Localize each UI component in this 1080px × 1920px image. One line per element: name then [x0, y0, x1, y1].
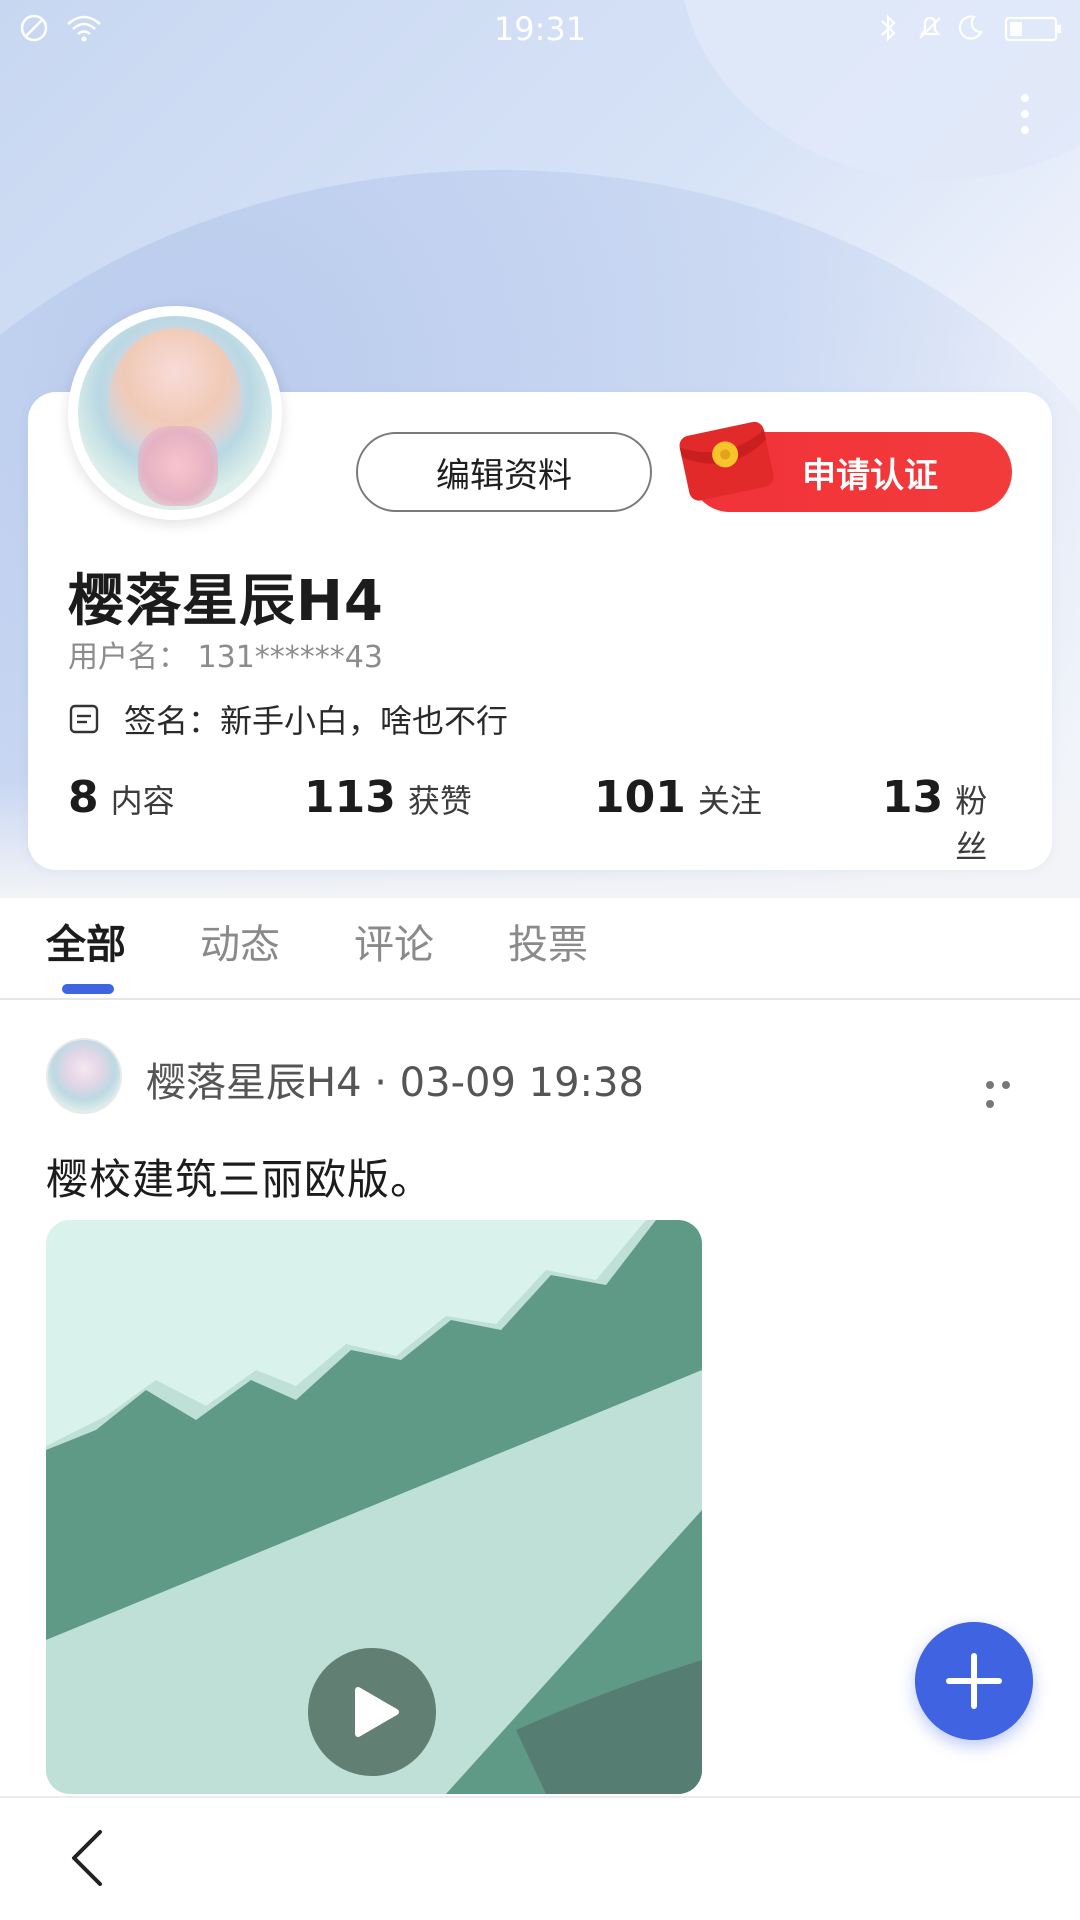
- moon-icon: [958, 15, 983, 40]
- username-line: 用户名： 131******43: [68, 632, 383, 676]
- stat-content-label: 内容: [110, 782, 175, 820]
- stat-content-count: 8: [68, 772, 99, 823]
- stat-followers-count: 13: [882, 772, 944, 823]
- tab-divider: [0, 998, 1080, 1000]
- stats-row: 8 内容 113 获赞 101 关注 13 粉丝: [68, 772, 1012, 866]
- signature-text: 签名：新手小白，啥也不行: [124, 702, 509, 740]
- tab-activity[interactable]: 动态: [200, 912, 280, 970]
- mute-bell-icon: [919, 16, 941, 39]
- username-label: 用户名：: [68, 640, 188, 675]
- stat-following[interactable]: 101 关注: [594, 772, 762, 823]
- post-meta: 樱落星辰H4 · 03-09 19:38: [146, 1060, 644, 1106]
- username-value: 131******43: [197, 640, 383, 675]
- tab-votes[interactable]: 投票: [508, 912, 588, 970]
- more-options-icon[interactable]: [1010, 88, 1040, 144]
- stat-following-count: 101: [594, 772, 686, 823]
- post-text: 樱校建筑三丽欧版。: [46, 1155, 434, 1204]
- stat-following-label: 关注: [697, 782, 762, 820]
- content-tabs: 全部 动态 评论 投票: [0, 898, 1080, 998]
- bottom-navigation-bar: [0, 1796, 1080, 1920]
- apply-verification-label: 申请认证: [802, 455, 938, 496]
- stat-likes[interactable]: 113 获赞: [304, 772, 472, 823]
- stat-followers[interactable]: 13 粉丝: [882, 772, 1012, 868]
- bluetooth-icon: [881, 14, 896, 42]
- tab-comments[interactable]: 评论: [354, 912, 434, 970]
- stat-content[interactable]: 8 内容: [68, 772, 175, 823]
- plus-icon[interactable]: [915, 1622, 1033, 1740]
- signature-line: 签名：新手小白，啥也不行: [68, 696, 508, 742]
- edit-profile-button[interactable]: 编辑资料: [356, 432, 652, 512]
- stat-likes-count: 113: [304, 772, 396, 823]
- avatar[interactable]: [68, 306, 282, 520]
- stat-likes-label: 获赞: [407, 782, 472, 820]
- profile-name: 樱落星辰H4: [68, 569, 384, 634]
- more-horizontal-icon[interactable]: [986, 1074, 1030, 1108]
- post-author-avatar[interactable]: [46, 1038, 122, 1114]
- chevron-left-icon[interactable]: [66, 1826, 110, 1890]
- battery-icon: [1004, 16, 1061, 42]
- status-bar: 19:31: [0, 0, 1080, 56]
- stat-followers-label: 粉丝: [955, 782, 988, 866]
- play-icon[interactable]: [308, 1648, 436, 1776]
- note-icon: [69, 704, 99, 734]
- tab-all[interactable]: 全部: [46, 912, 126, 970]
- active-tab-indicator: [62, 984, 114, 994]
